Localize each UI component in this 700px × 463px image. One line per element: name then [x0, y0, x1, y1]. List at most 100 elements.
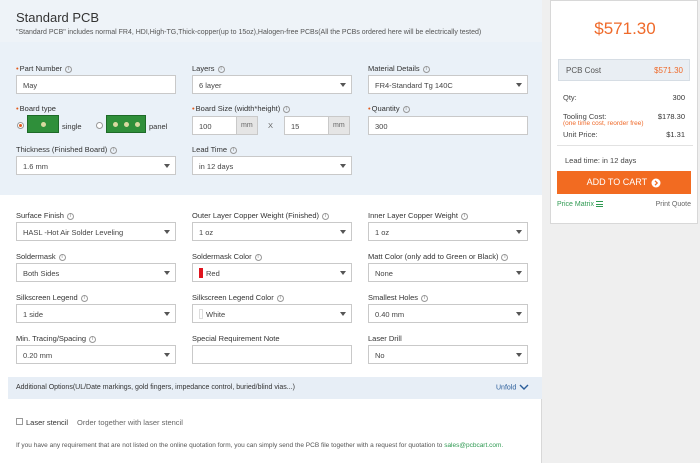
layers-select[interactable]: 6 layer [192, 75, 352, 94]
tooling-value: $178.30 [657, 112, 685, 121]
chevron-down-icon [164, 164, 170, 168]
board-type-panel-label: panel [149, 122, 168, 131]
quantity-label: •Quantity i [368, 104, 410, 113]
chevron-down-icon [164, 353, 170, 357]
info-icon[interactable]: i [58, 253, 66, 261]
board-height-input[interactable]: 15 [284, 116, 329, 135]
page-title: Standard PCB [16, 10, 100, 25]
pcb-cost-label: PCB Cost [566, 66, 602, 75]
panel-board-image [106, 115, 146, 133]
matt-color-select[interactable]: None [368, 263, 528, 282]
board-type-panel-radio[interactable] [96, 122, 103, 129]
info-icon[interactable]: i [80, 294, 88, 302]
price-matrix-link[interactable]: Price Matrix [557, 201, 603, 208]
inner-copper-label: Inner Layer Copper Weight i [368, 211, 468, 220]
width-unit: mm [237, 116, 258, 135]
info-icon[interactable]: i [217, 65, 225, 73]
divider [557, 145, 693, 146]
laser-stencil-checkbox[interactable] [16, 418, 23, 425]
unit-price-label: Unit Price: [563, 130, 598, 139]
form-header: Standard PCB "Standard PCB" includes nor… [0, 0, 542, 42]
thickness-label: Thickness (Finished Board) i [16, 145, 118, 154]
chevron-down-icon [516, 83, 522, 87]
thickness-select[interactable]: 1.6 mm [16, 156, 176, 175]
info-icon[interactable]: i [89, 335, 97, 343]
min-tracing-label: Min. Tracing/Spacing i [16, 334, 97, 343]
lead-time-summary: Lead time: in 12 days [565, 156, 637, 165]
board-type-single-label: single [62, 122, 82, 131]
quote-form: Standard PCB "Standard PCB" includes nor… [0, 0, 542, 463]
info-icon[interactable]: i [501, 253, 509, 261]
special-note-label: Special Requirement Note [192, 334, 280, 343]
list-icon [595, 201, 603, 208]
info-icon[interactable]: i [421, 294, 429, 302]
info-icon[interactable]: i [283, 105, 291, 113]
info-icon[interactable]: i [276, 294, 284, 302]
soldermask-color-select[interactable]: Red [192, 263, 352, 282]
info-icon[interactable]: i [110, 146, 118, 154]
board-type-single-radio[interactable] [17, 122, 24, 129]
unfold-link[interactable]: Unfold [496, 384, 529, 391]
additional-options-text: Additional Options(UL/Date markings, gol… [16, 384, 295, 391]
soldermask-select[interactable]: Both Sides [16, 263, 176, 282]
chevron-down-icon [340, 164, 346, 168]
laser-stencil-note: Order together with laser stencil [77, 418, 183, 427]
inner-copper-select[interactable]: 1 oz [368, 222, 528, 241]
silkscreen-color-label: Silkscreen Legend Color i [192, 293, 284, 302]
soldermask-color-label: Soldermask Color i [192, 252, 262, 261]
quantity-input[interactable]: 300 [368, 116, 528, 135]
min-tracing-select[interactable]: 0.20 mm [16, 345, 176, 364]
info-icon[interactable]: i [322, 212, 330, 220]
chevron-down-icon [164, 230, 170, 234]
chevron-down-icon [516, 353, 522, 357]
info-icon[interactable]: i [402, 105, 410, 113]
info-icon[interactable]: i [230, 146, 238, 154]
chevron-down-icon [340, 230, 346, 234]
part-number-input[interactable]: May [16, 75, 176, 94]
surface-finish-select[interactable]: HASL -Hot Air Solder Leveling [16, 222, 176, 241]
chevron-down-icon [519, 384, 529, 390]
lead-time-select[interactable]: in 12 days [192, 156, 352, 175]
print-quote-link[interactable]: Print Quote [656, 201, 691, 208]
smallest-holes-select[interactable]: 0.40 mm [368, 304, 528, 323]
laser-stencil-label: Laser stencil [26, 418, 69, 427]
size-separator: X [268, 121, 274, 130]
silkscreen-color-select[interactable]: White [192, 304, 352, 323]
info-icon[interactable]: i [66, 212, 74, 220]
tooling-note: (one time cost, reorder free) [563, 120, 644, 127]
board-type-label: •Board type [16, 104, 56, 113]
material-label: Material Details i [368, 64, 430, 73]
chevron-down-icon [516, 271, 522, 275]
sales-email-link[interactable]: sales@pcbcart.com. [444, 442, 503, 449]
pcb-cost-value: $571.30 [654, 66, 683, 75]
outer-copper-label: Outer Layer Copper Weight (Finished) i [192, 211, 330, 220]
silkscreen-select[interactable]: 1 side [16, 304, 176, 323]
lead-time-label: Lead Time i [192, 145, 238, 154]
chevron-down-icon [340, 271, 346, 275]
price-summary-panel: $571.30 PCB Cost $571.30 Qty: 300 Toolin… [550, 0, 698, 224]
silkscreen-label: Silkscreen Legend i [16, 293, 88, 302]
chevron-down-icon [340, 83, 346, 87]
qty-label: Qty: [563, 93, 577, 102]
surface-finish-label: Surface Finish i [16, 211, 74, 220]
info-icon[interactable]: i [460, 212, 468, 220]
chevron-down-icon [164, 312, 170, 316]
chevron-down-icon [516, 230, 522, 234]
additional-options-bar[interactable]: Additional Options(UL/Date markings, gol… [8, 377, 542, 399]
laser-drill-select[interactable]: No [368, 345, 528, 364]
arrow-right-icon [651, 178, 661, 188]
total-price: $571.30 [594, 19, 656, 38]
special-note-input[interactable] [192, 345, 352, 364]
pcb-cost-bar: PCB Cost $571.30 [558, 59, 690, 81]
color-swatch [199, 309, 203, 319]
outer-copper-select[interactable]: 1 oz [192, 222, 352, 241]
chevron-down-icon [516, 312, 522, 316]
laser-drill-label: Laser Drill [368, 334, 402, 343]
board-width-input[interactable]: 100 [192, 116, 237, 135]
info-icon[interactable]: i [65, 65, 73, 73]
material-select[interactable]: FR4-Standard Tg 140C [368, 75, 528, 94]
page-subtitle: "Standard PCB" includes normal FR4, HDI,… [16, 29, 482, 36]
info-icon[interactable]: i [422, 65, 430, 73]
info-icon[interactable]: i [254, 253, 262, 261]
add-to-cart-button[interactable]: ADD TO CART [557, 171, 691, 194]
